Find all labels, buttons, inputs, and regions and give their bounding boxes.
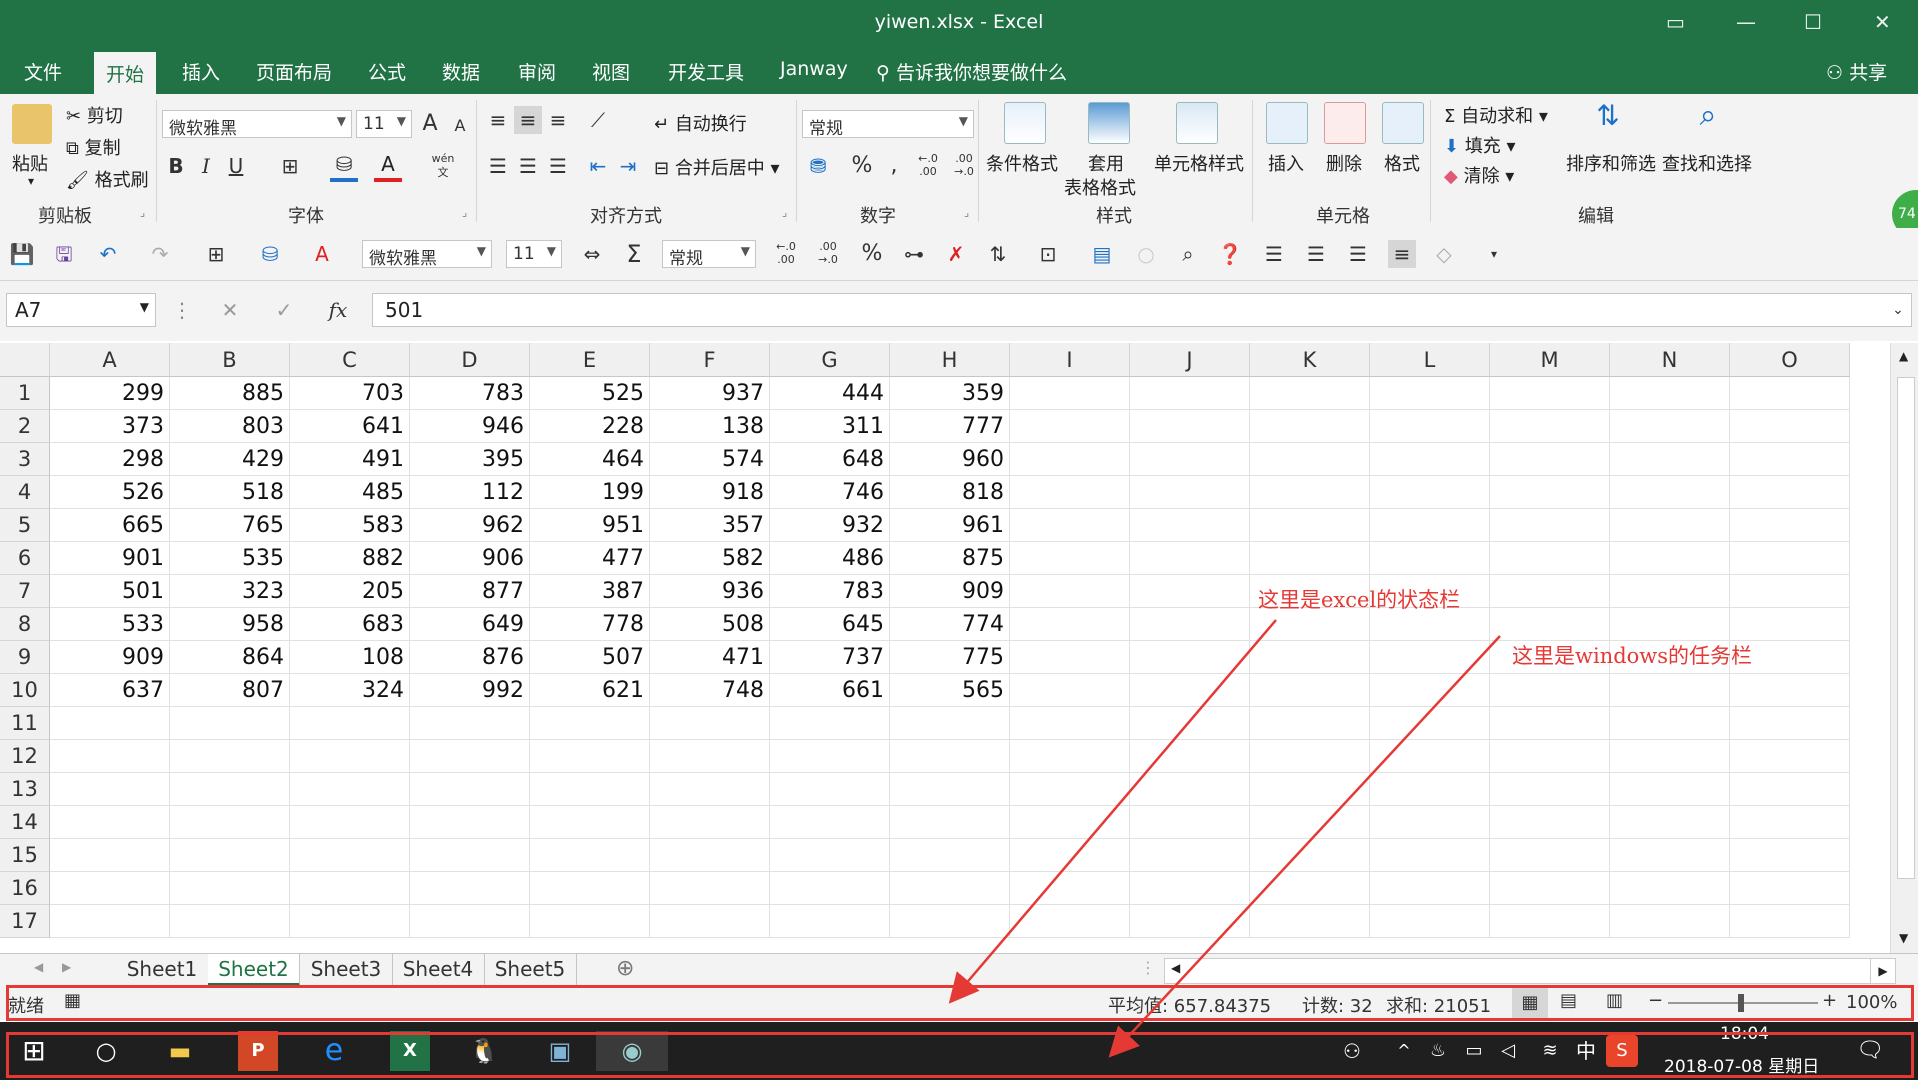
annotation-arrows	[948, 619, 1501, 1058]
taskbar-arrow	[1108, 635, 1501, 1058]
status-bar-arrow	[948, 619, 1277, 1004]
